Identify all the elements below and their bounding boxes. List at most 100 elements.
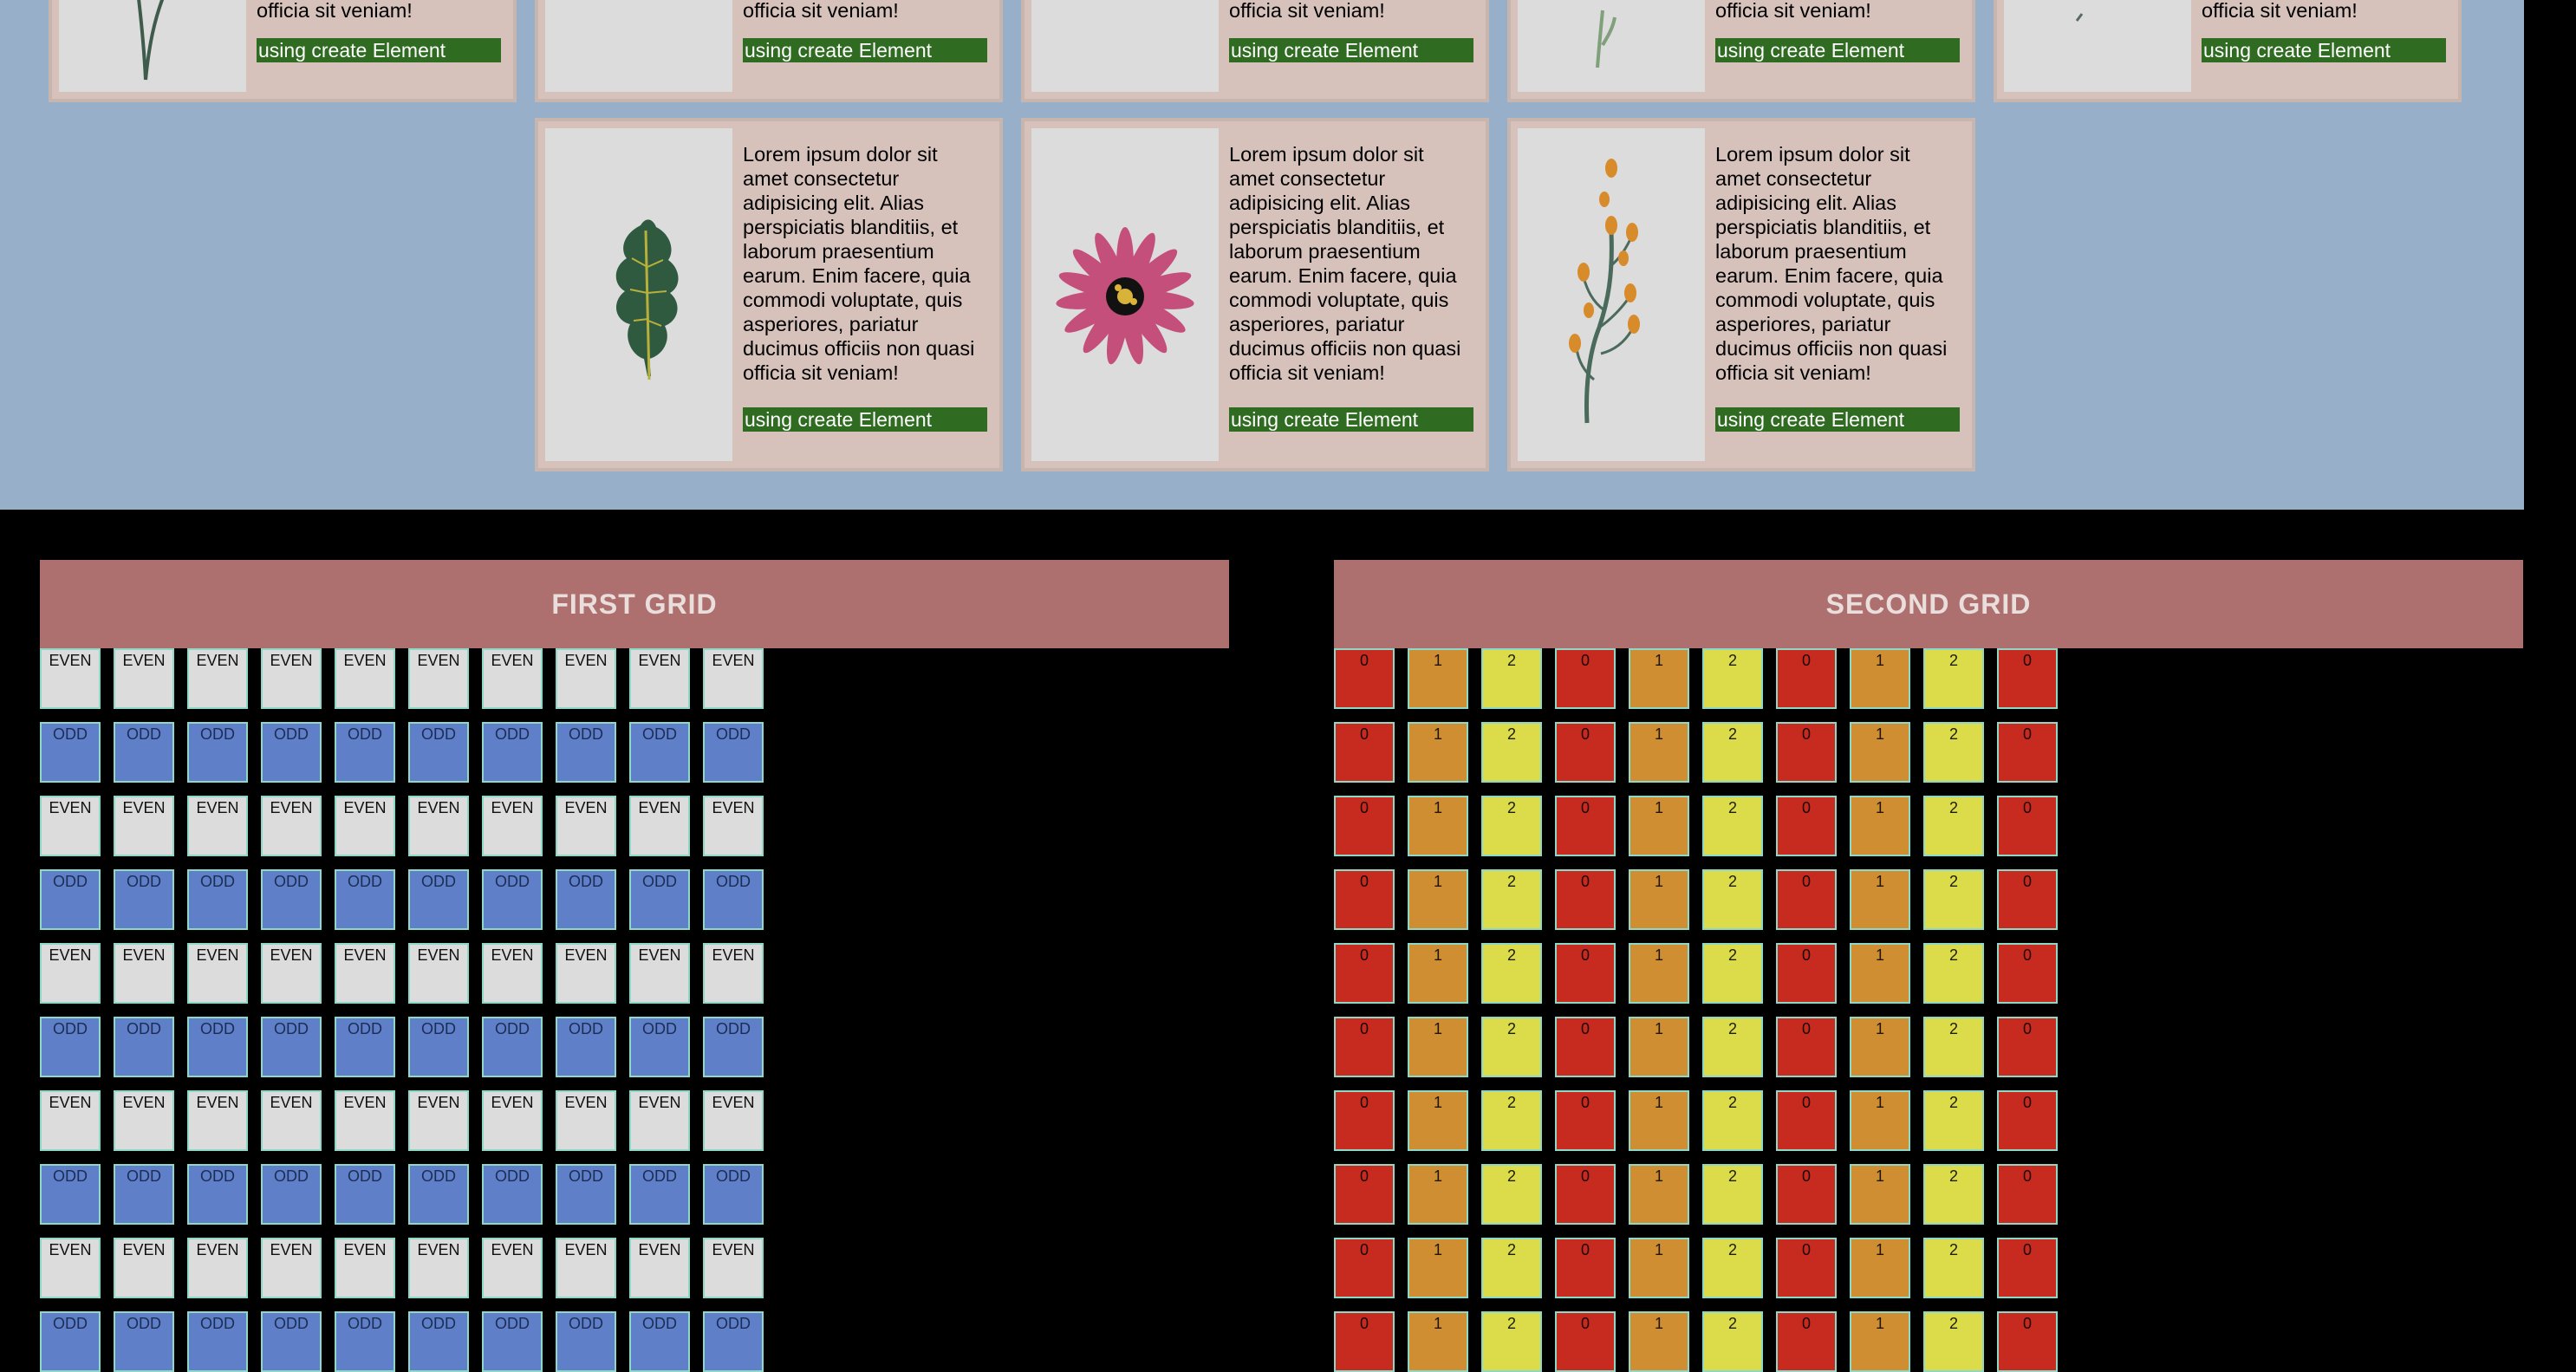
mod-cell-0: 0: [1997, 1164, 2058, 1225]
odd-cell: ODD: [703, 1164, 764, 1225]
card-text: officia sit veniam!: [1229, 0, 1385, 22]
mod-cell-0: 0: [1776, 648, 1837, 709]
mod-cell-2: 2: [1923, 1164, 1984, 1225]
mod-cell-0: 0: [1555, 1238, 1616, 1298]
even-cell: EVEN: [335, 943, 395, 1004]
odd-cell: ODD: [408, 869, 469, 930]
mod-cell-2: 2: [1481, 1164, 1542, 1225]
pink-flower-image: [1056, 227, 1194, 365]
mod-cell-2: 2: [1923, 1311, 1984, 1372]
create-element-button[interactable]: using create Element: [1229, 38, 1473, 62]
even-cell: EVEN: [408, 1238, 469, 1298]
mod-cell-1: 1: [1408, 1238, 1468, 1298]
mod-cell-0: 0: [1776, 796, 1837, 856]
mod-cell-1: 1: [1850, 869, 1910, 930]
even-cell: EVEN: [114, 1090, 174, 1151]
card: Lorem ipsum dolor sit amet consectetur a…: [535, 118, 1003, 471]
odd-cell: ODD: [408, 1164, 469, 1225]
mod-cell-0: 0: [1334, 943, 1395, 1004]
stem-image: [2075, 13, 2084, 22]
even-cell: EVEN: [703, 1090, 764, 1151]
even-cell: EVEN: [187, 1238, 248, 1298]
odd-cell: ODD: [187, 1017, 248, 1077]
sprig-image: [1596, 10, 1617, 68]
even-cell: EVEN: [703, 648, 764, 709]
mod-cell-0: 0: [1334, 869, 1395, 930]
even-cell: EVEN: [556, 796, 616, 856]
even-cell: EVEN: [703, 943, 764, 1004]
card-text: Lorem ipsum dolor sit amet consectetur a…: [1229, 143, 1461, 384]
mod-cell-1: 1: [1850, 1164, 1910, 1225]
mod-cell-0: 0: [1334, 722, 1395, 783]
odd-cell: ODD: [261, 722, 322, 783]
even-cell: EVEN: [629, 648, 690, 709]
orange-berry-branch-image: [1569, 159, 1640, 424]
mod-cell-1: 1: [1629, 1311, 1689, 1372]
even-cell: EVEN: [187, 943, 248, 1004]
card-image: [1031, 0, 1219, 92]
create-element-button[interactable]: using create Element: [257, 38, 501, 62]
mod-cell-1: 1: [1408, 1017, 1468, 1077]
mod-cell-0: 0: [1555, 1017, 1616, 1077]
even-cell: EVEN: [187, 796, 248, 856]
grass-blade-image: [137, 0, 165, 81]
mod-cell-1: 1: [1408, 796, 1468, 856]
mod-cell-1: 1: [1850, 943, 1910, 1004]
mod-cell-2: 2: [1923, 648, 1984, 709]
mod-cell-2: 2: [1481, 1090, 1542, 1151]
mod-cell-1: 1: [1408, 1164, 1468, 1225]
create-element-button[interactable]: using create Element: [743, 38, 987, 62]
odd-cell: ODD: [114, 1017, 174, 1077]
mod-cell-0: 0: [1334, 1090, 1395, 1151]
odd-cell: ODD: [408, 1017, 469, 1077]
even-cell: EVEN: [556, 648, 616, 709]
even-cell: EVEN: [40, 1090, 101, 1151]
odd-cell: ODD: [556, 1311, 616, 1372]
odd-cell: ODD: [482, 1164, 543, 1225]
mod-cell-1: 1: [1850, 1238, 1910, 1298]
mod-cell-0: 0: [1555, 796, 1616, 856]
odd-cell: ODD: [40, 722, 101, 783]
odd-cell: ODD: [703, 722, 764, 783]
mod-cell-2: 2: [1702, 1090, 1763, 1151]
mod-cell-0: 0: [1776, 1017, 1837, 1077]
create-element-button[interactable]: using create Element: [743, 407, 987, 432]
odd-cell: ODD: [187, 1311, 248, 1372]
odd-cell: ODD: [114, 1311, 174, 1372]
mod-cell-0: 0: [1997, 1311, 2058, 1372]
mod-cell-1: 1: [1629, 722, 1689, 783]
mod-cell-0: 0: [1555, 648, 1616, 709]
even-cell: EVEN: [482, 796, 543, 856]
card-image: [545, 0, 732, 92]
mod-cell-2: 2: [1481, 943, 1542, 1004]
odd-cell: ODD: [261, 869, 322, 930]
mod-cell-2: 2: [1481, 1017, 1542, 1077]
even-cell: EVEN: [408, 796, 469, 856]
card-image: [2004, 0, 2191, 92]
mod-cell-1: 1: [1629, 648, 1689, 709]
mod-cell-2: 2: [1923, 869, 1984, 930]
create-element-button[interactable]: using create Element: [1715, 38, 1960, 62]
even-cell: EVEN: [703, 796, 764, 856]
create-element-button[interactable]: using create Element: [1715, 407, 1960, 432]
odd-cell: ODD: [629, 869, 690, 930]
odd-cell: ODD: [556, 869, 616, 930]
card-image: [545, 128, 732, 461]
even-cell: EVEN: [408, 648, 469, 709]
even-cell: EVEN: [40, 796, 101, 856]
create-element-button[interactable]: using create Element: [1229, 407, 1473, 432]
odd-cell: ODD: [703, 1017, 764, 1077]
odd-cell: ODD: [335, 1017, 395, 1077]
mod-cell-2: 2: [1923, 1090, 1984, 1151]
card-image: [59, 0, 246, 92]
card-image: [1031, 128, 1219, 461]
create-element-button[interactable]: using create Element: [2202, 38, 2446, 62]
mod-cell-2: 2: [1702, 796, 1763, 856]
even-cell: EVEN: [187, 648, 248, 709]
odd-cell: ODD: [629, 1017, 690, 1077]
mod-cell-0: 0: [1555, 1311, 1616, 1372]
even-cell: EVEN: [40, 1238, 101, 1298]
mod-cell-2: 2: [1481, 1238, 1542, 1298]
mod-cell-1: 1: [1408, 943, 1468, 1004]
mod-cell-2: 2: [1702, 1164, 1763, 1225]
